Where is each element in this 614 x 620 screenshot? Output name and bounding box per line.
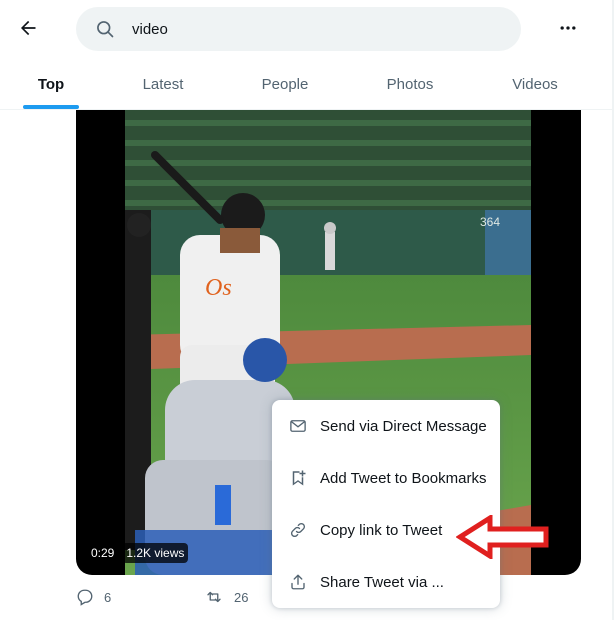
search-tabs: Top Latest People Photos Videos <box>0 60 614 110</box>
menu-item-add-bookmark[interactable]: Add Tweet to Bookmarks <box>272 452 500 504</box>
share-icon <box>288 572 308 592</box>
search-icon <box>94 18 116 40</box>
more-options-button[interactable] <box>554 14 582 42</box>
menu-item-label: Add Tweet to Bookmarks <box>320 469 487 487</box>
share-context-menu: Send via Direct Message Add Tweet to Boo… <box>272 400 500 608</box>
search-input[interactable] <box>132 20 492 38</box>
envelope-icon <box>288 416 308 436</box>
tab-top[interactable]: Top <box>14 60 88 109</box>
retweet-button[interactable]: 26 <box>204 588 248 606</box>
link-icon <box>288 520 308 540</box>
reply-button[interactable]: 6 <box>76 588 111 606</box>
menu-item-send-direct-message[interactable]: Send via Direct Message <box>272 400 500 452</box>
menu-item-share-via[interactable]: Share Tweet via ... <box>272 556 500 608</box>
back-button[interactable] <box>14 14 42 42</box>
tab-videos[interactable]: Videos <box>490 60 580 109</box>
video-duration: 0:29 <box>87 543 119 563</box>
annotation-arrow-icon <box>456 515 549 559</box>
search-box[interactable] <box>76 7 521 51</box>
tab-photos[interactable]: Photos <box>365 60 455 109</box>
active-tab-indicator <box>23 105 79 109</box>
top-bar <box>0 0 614 60</box>
menu-item-label: Copy link to Tweet <box>320 521 443 539</box>
retweet-count: 26 <box>234 589 249 605</box>
arrow-left-icon <box>21 20 36 36</box>
tab-latest[interactable]: Latest <box>118 60 208 109</box>
menu-item-label: Send via Direct Message <box>320 417 487 435</box>
tab-label: People <box>261 76 309 93</box>
video-views: 1.2K views <box>122 543 189 563</box>
more-horizontal-icon <box>560 26 576 30</box>
svg-text:Os: Os <box>205 275 232 301</box>
reply-count: 6 <box>104 589 112 605</box>
tab-label: Videos <box>512 76 558 93</box>
menu-item-label: Share Tweet via ... <box>320 573 444 591</box>
reply-icon <box>77 589 93 606</box>
retweet-icon <box>207 591 221 603</box>
tab-label: Photos <box>386 76 434 93</box>
tab-people[interactable]: People <box>240 60 330 109</box>
bookmark-add-icon <box>288 468 308 488</box>
video-meta: 0:29 1.2K views <box>87 543 189 563</box>
tab-label: Latest <box>142 76 184 93</box>
tab-label: Top <box>37 76 65 93</box>
svg-text:364: 364 <box>480 215 500 229</box>
